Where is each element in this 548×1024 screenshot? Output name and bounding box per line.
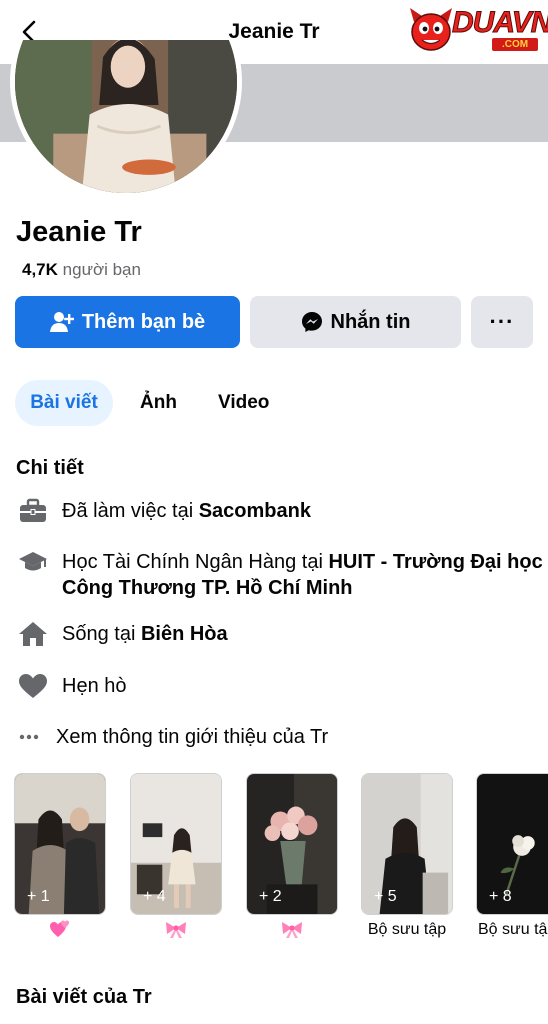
logo-domain: .COM xyxy=(492,38,538,51)
profile-name: Jeanie Tr xyxy=(16,216,142,248)
details-title: Chi tiết xyxy=(16,457,84,479)
message-label: Nhắn tin xyxy=(330,310,411,333)
logo-wordmark: DUAVN xyxy=(451,6,548,40)
featured-highlights: + 1 + 4 + 2 + 5 Bộ sưu tập + 8 Bộ sưu tậ xyxy=(0,773,548,945)
friends-count-number: 4,7K xyxy=(22,260,58,279)
pink-bow-icon xyxy=(130,919,222,941)
add-friend-button[interactable]: Thêm bạn bè xyxy=(15,296,240,348)
watermark-logo: DUAVN .COM xyxy=(406,4,548,52)
tab-video[interactable]: Video xyxy=(218,380,269,426)
mascot-icon xyxy=(410,8,452,51)
heart-icon xyxy=(19,674,47,698)
highlight-count: + 1 xyxy=(27,888,50,905)
highlight-count: + 4 xyxy=(143,888,166,905)
posts-section-title: Bài viết của Tr xyxy=(16,986,152,1008)
tab-photos[interactable]: Ảnh xyxy=(140,380,177,426)
friends-count-label: người bạn xyxy=(62,260,141,279)
study-prefix: Học Tài Chính Ngân Hàng tại xyxy=(62,551,329,573)
message-button[interactable]: Nhắn tin xyxy=(250,296,461,348)
highlight-item[interactable]: + 1 xyxy=(14,773,106,941)
home-icon xyxy=(19,622,47,646)
relationship-status: Hẹn hò xyxy=(62,675,127,697)
highlight-thumbnail: + 1 xyxy=(14,773,106,915)
highlight-thumbnail: + 8 xyxy=(476,773,548,915)
add-friend-label: Thêm bạn bè xyxy=(81,310,206,333)
see-about-label: Xem thông tin giới thiệu của Tr xyxy=(56,726,329,748)
live-place[interactable]: Biên Hòa xyxy=(141,623,228,645)
highlight-label: Bộ sưu tập xyxy=(367,921,447,938)
pink-bow-icon xyxy=(246,919,338,941)
messenger-icon xyxy=(301,312,322,332)
graduation-cap-icon xyxy=(19,552,47,571)
tab-posts[interactable]: Bài viết xyxy=(15,380,113,426)
highlight-label: Bộ sưu tập xyxy=(478,921,548,938)
highlight-count: + 5 xyxy=(374,888,397,905)
highlight-item[interactable]: + 8 Bộ sưu tập xyxy=(476,773,548,939)
highlight-thumbnail: + 5 xyxy=(361,773,453,915)
highlight-count: + 8 xyxy=(489,888,512,905)
friends-count[interactable]: 4,7K người bạn xyxy=(22,260,141,280)
briefcase-icon xyxy=(20,498,46,522)
highlight-thumbnail: + 2 xyxy=(246,773,338,915)
work-place[interactable]: Sacombank xyxy=(199,500,311,522)
ellipsis-icon xyxy=(19,734,39,740)
live-prefix: Sống tại xyxy=(62,623,141,645)
highlight-item[interactable]: + 2 xyxy=(246,773,338,941)
avatar[interactable] xyxy=(10,40,242,198)
more-options-button[interactable]: ··· xyxy=(471,296,533,348)
highlight-item[interactable]: + 4 xyxy=(130,773,222,941)
pink-hearts-icon xyxy=(14,919,106,941)
highlight-count: + 2 xyxy=(259,888,282,905)
highlight-thumbnail: + 4 xyxy=(130,773,222,915)
work-prefix: Đã làm việc tại xyxy=(62,500,199,522)
add-person-icon xyxy=(49,312,74,332)
highlight-item[interactable]: + 5 Bộ sưu tập xyxy=(361,773,453,939)
more-options-icon: ··· xyxy=(489,309,515,334)
avatar-container xyxy=(10,40,242,198)
